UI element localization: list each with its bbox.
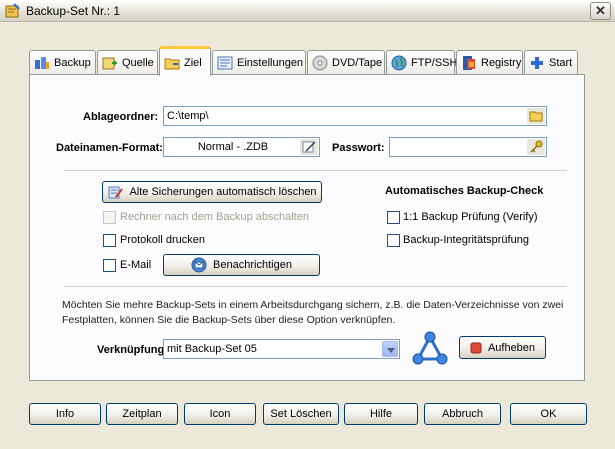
integrity-label: Backup-Integritätsprüfung — [403, 234, 529, 246]
tab-label: Quelle — [122, 57, 154, 69]
tab-quelle[interactable]: Quelle — [97, 50, 158, 75]
auto-check-heading: Automatisches Backup-Check — [385, 185, 544, 197]
filename-format-field[interactable]: Normal - .ZDB — [163, 137, 320, 157]
unlink-button[interactable]: Aufheben — [459, 336, 546, 359]
link-info-text: Möchten Sie mehre Backup-Sets in einem A… — [62, 299, 564, 326]
tab-label: Registry — [481, 57, 522, 69]
verify-label: 1:1 Backup Prüfung (Verify) — [403, 211, 538, 223]
tab-registry[interactable]: Registry — [456, 50, 523, 75]
cancel-button[interactable]: Abbruch — [424, 403, 501, 425]
ok-button[interactable]: OK — [510, 403, 587, 425]
tab-label: DVD/Tape — [332, 57, 383, 69]
password-label: Passwort: — [332, 142, 385, 154]
title-bar: Backup-Set Nr.: 1 ✕ — [0, 0, 615, 22]
delete-set-label: Set Löschen — [270, 408, 332, 420]
close-icon: ✕ — [595, 3, 606, 18]
shutdown-label: Rechner nach dem Backup abschalten — [120, 211, 309, 223]
tab-ftp-ssh[interactable]: FTP/SSH — [386, 50, 458, 75]
folder-field[interactable]: C:\temp\ — [163, 106, 547, 126]
registry-icon — [463, 56, 475, 70]
email-label: E-Mail — [120, 259, 152, 271]
source-icon — [102, 57, 117, 70]
globe-icon — [391, 55, 407, 71]
verify-checkbox[interactable] — [387, 211, 400, 224]
password-field[interactable] — [389, 137, 547, 157]
info-label: Info — [55, 408, 75, 420]
notify-label: Benachrichtigen — [213, 259, 292, 271]
tab-dvd-tape[interactable]: DVD/Tape — [307, 50, 385, 75]
schedule-label: Zeitplan — [122, 408, 162, 420]
tab-ziel[interactable]: Ziel — [159, 46, 211, 76]
delete-old-backups-button[interactable]: Alte Sicherungen automatisch löschen — [102, 181, 322, 203]
integrity-checkbox[interactable] — [387, 234, 400, 247]
app-icon — [5, 3, 20, 18]
format-edit-icon[interactable] — [300, 139, 318, 155]
cancel-label: Abbruch — [442, 408, 483, 420]
plus-icon — [531, 57, 543, 69]
folder-label: Ablageordner: — [83, 111, 159, 123]
close-button[interactable]: ✕ — [590, 2, 611, 20]
info-button[interactable]: Info — [29, 403, 101, 425]
link-selected-value: mit Backup-Set 05 — [167, 343, 257, 355]
tab-label: Einstellungen — [237, 57, 304, 69]
icon-button[interactable]: Icon — [184, 403, 256, 425]
help-button[interactable]: Hilfe — [344, 403, 418, 425]
filename-format-value: Normal - .ZDB — [197, 141, 269, 153]
key-icon[interactable] — [527, 139, 545, 155]
tab-label: Start — [549, 57, 573, 69]
print-log-checkbox[interactable] — [103, 234, 116, 247]
delete-set-button[interactable]: Set Löschen — [263, 403, 339, 425]
tab-label: FTP/SSH — [411, 57, 458, 69]
link-select[interactable]: mit Backup-Set 05 — [163, 339, 400, 359]
tab-label: Backup — [54, 57, 91, 69]
disc-icon — [312, 55, 328, 71]
mail-icon — [191, 257, 207, 273]
tab-label: Ziel — [184, 56, 202, 69]
broom-icon — [108, 186, 124, 199]
unlink-label: Aufheben — [487, 341, 536, 354]
help-label: Hilfe — [369, 408, 392, 420]
separator-1 — [64, 170, 567, 171]
folder-value: C:\temp\ — [167, 110, 209, 122]
folder-icon — [164, 58, 180, 69]
schedule-button[interactable]: Zeitplan — [106, 403, 178, 425]
stop-icon — [470, 342, 482, 353]
separator-2 — [64, 286, 567, 287]
tab-strip: Backup Quelle Ziel Einstellungen DVD/Tap… — [29, 46, 589, 76]
email-checkbox[interactable] — [103, 259, 116, 272]
ok-label: OK — [540, 408, 557, 420]
settings-icon — [217, 56, 233, 70]
notify-button[interactable]: Benachrichtigen — [163, 254, 320, 276]
icon-label: Icon — [209, 408, 231, 420]
tab-backup[interactable]: Backup — [29, 50, 96, 75]
tab-einstellungen[interactable]: Einstellungen — [212, 50, 306, 75]
backup-icon — [35, 57, 49, 69]
link-network-icon — [412, 331, 448, 365]
filename-format-label: Dateinamen-Format: — [56, 142, 163, 154]
tab-start[interactable]: Start — [524, 50, 578, 75]
delete-old-backups-label: Alte Sicherungen automatisch löschen — [129, 186, 317, 198]
chevron-down-icon[interactable] — [382, 341, 398, 357]
print-log-label: Protokoll drucken — [120, 234, 205, 246]
browse-folder-icon[interactable] — [527, 108, 545, 124]
window-title: Backup-Set Nr.: 1 — [26, 4, 121, 18]
shutdown-checkbox[interactable] — [103, 211, 116, 224]
